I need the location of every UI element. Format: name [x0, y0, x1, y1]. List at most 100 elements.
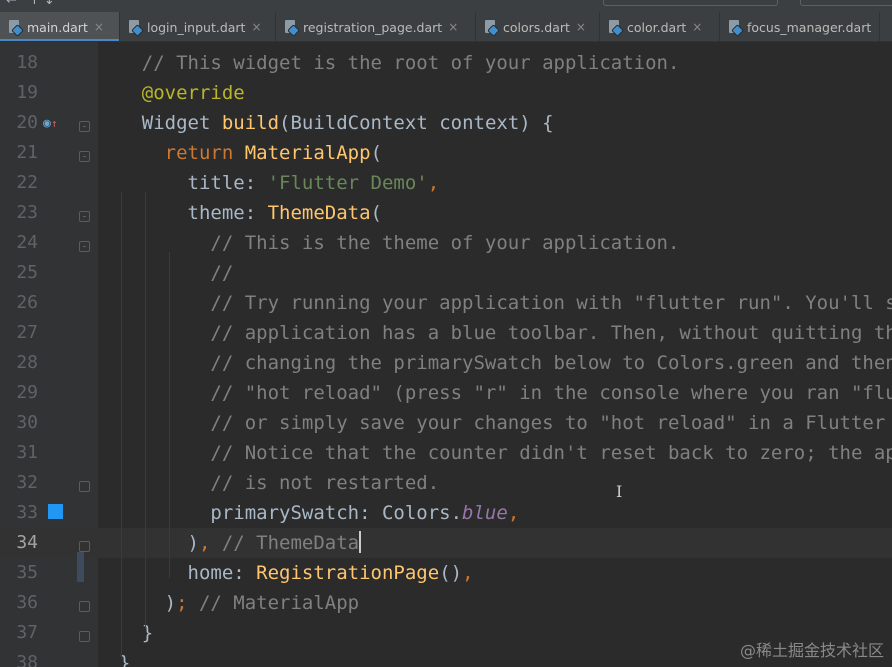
fold-marker[interactable] — [79, 631, 90, 642]
line-number: 22 — [16, 172, 38, 193]
color-preview-swatch[interactable] — [48, 504, 63, 519]
tab-login-input-dart[interactable]: login_input.dart × — [120, 12, 276, 41]
fold-marker[interactable] — [79, 211, 90, 222]
code-text: primarySwatch: Colors.blue, — [96, 498, 519, 528]
tab-main-dart[interactable]: main.dart × — [0, 12, 120, 41]
code-line[interactable]: 32 // is not restarted. — [0, 468, 892, 498]
code-text: Widget build(BuildContext context) { — [96, 108, 554, 138]
close-tab-icon[interactable]: × — [576, 20, 586, 34]
code-token: MaterialApp — [244, 142, 371, 164]
code-text: theme: ThemeData( — [96, 198, 383, 228]
override-method-icon[interactable]: ◉↑ — [43, 117, 57, 131]
fold-marker[interactable] — [79, 541, 90, 552]
tab-label: focus_manager.dart — [747, 19, 872, 35]
code-line[interactable]: 35 home: RegistrationPage(), — [0, 558, 892, 588]
code-line[interactable]: 18 // This widget is the root of your ap… — [0, 48, 892, 78]
line-number: 36 — [16, 592, 38, 613]
code-token: , — [507, 502, 520, 524]
code-line[interactable]: 20 Widget build(BuildContext context) { — [0, 108, 892, 138]
code-token: // ThemeData — [221, 532, 360, 554]
code-line[interactable]: 27 // application has a blue toolbar. Th… — [0, 318, 892, 348]
code-token: // changing the primarySwatch below to C… — [96, 352, 892, 374]
tab-label: colors.dart — [503, 19, 570, 35]
code-token: // This widget is the root of your appli… — [96, 52, 680, 74]
code-line[interactable]: 19 @override — [0, 78, 892, 108]
fold-marker[interactable] — [79, 121, 90, 132]
editor-tab-bar: main.dart × login_input.dart × registration_… — [0, 12, 892, 42]
code-token: // This is the theme of your application… — [96, 232, 680, 254]
fold-marker[interactable] — [79, 601, 90, 612]
code-line[interactable]: 36 ); // MaterialApp — [0, 588, 892, 618]
tab-focus-manager-dart[interactable]: focus_manager.dart — [720, 12, 881, 41]
code-text: // Notice that the counter didn't reset … — [96, 438, 892, 468]
close-tab-icon[interactable]: × — [448, 20, 458, 34]
line-number: 21 — [16, 142, 38, 163]
code-token: ThemeData — [267, 202, 371, 224]
code-line[interactable]: 23 theme: ThemeData( — [0, 198, 892, 228]
code-text: ), // ThemeData — [96, 528, 362, 558]
code-text: title: 'Flutter Demo', — [96, 168, 440, 198]
toolbar-nav-glyphs: ← ↑↓ — [6, 0, 59, 8]
code-token: RegistrationPage — [256, 562, 440, 584]
toolbar-fragment: ← ↑↓ — [0, 0, 892, 12]
code-text: ); // MaterialApp — [96, 588, 360, 618]
code-line[interactable]: 26 // Try running your application with … — [0, 288, 892, 318]
code-line[interactable]: 31 // Notice that the counter didn't res… — [0, 438, 892, 468]
tab-registration-page-dart[interactable]: registration_page.dart × — [276, 12, 476, 41]
toolbar-dropdown[interactable] — [603, 0, 778, 6]
code-token: @override — [96, 82, 245, 104]
code-line[interactable]: 29 // "hot reload" (press "r" in the con… — [0, 378, 892, 408]
fold-marker[interactable] — [79, 481, 90, 492]
line-number: 34 — [16, 532, 38, 553]
close-tab-icon[interactable]: × — [251, 20, 261, 34]
code-line[interactable]: 25 // — [0, 258, 892, 288]
code-line[interactable]: 34 ), // ThemeData — [0, 528, 892, 558]
toolbar-run-widget[interactable] — [800, 0, 892, 6]
dart-file-icon — [728, 19, 744, 37]
code-token: 'Flutter Demo' — [267, 172, 428, 194]
code-line[interactable]: 22 title: 'Flutter Demo', — [0, 168, 892, 198]
code-token: Widget — [96, 112, 222, 134]
code-token: build — [221, 112, 280, 134]
indent-guide — [145, 192, 146, 628]
code-editor[interactable]: 18 // This widget is the root of your ap… — [0, 42, 892, 667]
line-number: 27 — [16, 322, 38, 343]
line-number: 19 — [16, 82, 38, 103]
code-line[interactable]: 24 // This is the theme of your applicat… — [0, 228, 892, 258]
code-token: blue — [462, 502, 508, 524]
code-token: , — [198, 532, 222, 554]
line-number: 18 — [16, 52, 38, 73]
code-line[interactable]: 21 return MaterialApp( — [0, 138, 892, 168]
code-token: // Notice that the counter didn't reset … — [96, 442, 892, 464]
line-number: 35 — [16, 562, 38, 583]
code-text: // changing the primarySwatch below to C… — [96, 348, 892, 378]
code-token: // — [96, 262, 234, 284]
code-token: ) — [96, 592, 177, 614]
code-text: home: RegistrationPage(), — [96, 558, 474, 588]
tab-label: registration_page.dart — [303, 19, 443, 35]
code-text: // This widget is the root of your appli… — [96, 48, 680, 78]
code-line[interactable]: 28 // changing the primarySwatch below t… — [0, 348, 892, 378]
code-token: primarySwatch: Colors. — [96, 502, 463, 524]
indent-guide — [121, 192, 122, 658]
tab-color-dart[interactable]: color.dart × — [600, 12, 720, 41]
line-number: 37 — [16, 622, 38, 643]
close-tab-icon[interactable]: × — [94, 20, 104, 34]
indent-guide — [169, 252, 170, 578]
code-line[interactable]: 30 // or simply save your changes to "ho… — [0, 408, 892, 438]
fold-marker[interactable] — [79, 151, 90, 162]
fold-marker[interactable] — [79, 241, 90, 252]
tab-colors-dart[interactable]: colors.dart × — [476, 12, 600, 41]
changed-line-marker — [77, 552, 84, 582]
watermark: @稀土掘金技术社区 — [739, 641, 884, 660]
code-token: // application has a blue toolbar. Then,… — [96, 322, 892, 344]
close-tab-icon[interactable]: × — [692, 20, 702, 34]
code-text: // is not restarted. — [96, 468, 439, 498]
line-number: 23 — [16, 202, 38, 223]
code-token: } — [96, 652, 131, 667]
line-number: 20 — [16, 112, 38, 133]
dart-file-icon — [284, 19, 300, 37]
tab-label: login_input.dart — [147, 19, 246, 35]
code-line[interactable]: 33 primarySwatch: Colors.blue, — [0, 498, 892, 528]
code-token: // Try running your application with "fl… — [96, 292, 892, 314]
